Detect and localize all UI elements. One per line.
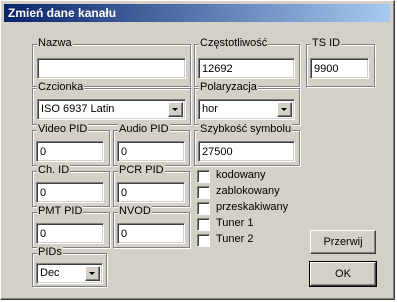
ok-button[interactable]: OK — [309, 261, 377, 287]
cancel-button[interactable]: Przerwij — [310, 230, 376, 254]
checkbox-label: Tuner 2 — [216, 233, 254, 245]
czcionka-label: Czcionka — [37, 81, 85, 94]
dialog-title: Zmień dane kanału — [4, 4, 390, 22]
tsid-group: TS ID — [306, 37, 375, 87]
czestotliwosc-input[interactable] — [198, 58, 295, 79]
video-pid-group: Video PID — [32, 123, 110, 166]
audio-pid-input[interactable] — [117, 141, 185, 162]
audio-pid-label: Audio PID — [118, 123, 170, 136]
nazwa-label: Nazwa — [37, 37, 73, 50]
pmt-pid-label: PMT PID — [37, 205, 84, 218]
polaryzacja-group: Polaryzacja hor — [194, 81, 300, 125]
checkbox-box[interactable] — [197, 202, 210, 215]
change-channel-dialog: Zmień dane kanału Nazwa Częstotliwość TS… — [0, 0, 395, 300]
pmt-pid-group: PMT PID — [32, 205, 110, 248]
pcr-pid-label: PCR PID — [118, 164, 165, 177]
tsid-input[interactable] — [310, 58, 369, 79]
chevron-down-icon[interactable] — [168, 102, 183, 117]
czcionka-group: Czcionka ISO 6937 Latin — [32, 81, 191, 125]
tsid-label: TS ID — [311, 37, 342, 50]
szybkosc-label: Szybkość symbolu — [199, 123, 293, 136]
pids-value: Dec — [40, 267, 60, 279]
pids-select[interactable]: Dec — [36, 263, 103, 284]
video-pid-input[interactable] — [36, 141, 104, 162]
audio-pid-group: Audio PID — [113, 123, 190, 166]
video-pid-label: Video PID — [37, 123, 89, 136]
polaryzacja-value: hor — [202, 103, 218, 115]
nvod-label: NVOD — [118, 205, 152, 218]
czcionka-select[interactable]: ISO 6937 Latin — [37, 99, 186, 120]
checkbox-label: przeskakiwany — [216, 201, 289, 213]
chevron-down-icon[interactable] — [85, 266, 100, 281]
checkbox-box[interactable] — [197, 218, 210, 231]
pcr-pid-input[interactable] — [117, 182, 185, 203]
checkbox-box[interactable] — [197, 186, 210, 199]
polaryzacja-label: Polaryzacja — [199, 81, 258, 94]
ok-button-label: OK — [335, 268, 351, 280]
czcionka-value: ISO 6937 Latin — [41, 103, 115, 115]
checkbox-label: zablokowany — [216, 185, 280, 197]
szybkosc-group: Szybkość symbolu — [194, 123, 300, 166]
nazwa-input[interactable] — [37, 58, 186, 79]
nvod-group: NVOD — [113, 205, 190, 248]
checkbox-box[interactable] — [197, 234, 210, 247]
ch-id-group: Ch. ID — [32, 164, 110, 207]
polaryzacja-select[interactable]: hor — [198, 99, 295, 120]
cancel-button-label: Przerwij — [323, 236, 363, 248]
pids-label: PIDs — [37, 246, 63, 259]
czestotliwosc-label: Częstotliwość — [199, 37, 269, 50]
ch-id-label: Ch. ID — [37, 164, 71, 177]
ch-id-input[interactable] — [36, 182, 104, 203]
pmt-pid-input[interactable] — [36, 223, 104, 244]
checkbox-label: Tuner 1 — [216, 217, 254, 229]
nvod-input[interactable] — [117, 223, 185, 244]
checkbox-box[interactable] — [197, 170, 210, 183]
pids-group: PIDs Dec — [32, 246, 107, 287]
szybkosc-input[interactable] — [198, 141, 295, 162]
pcr-pid-group: PCR PID — [113, 164, 190, 207]
checkbox-label: kodowany — [216, 169, 266, 181]
chevron-down-icon[interactable] — [277, 102, 292, 117]
